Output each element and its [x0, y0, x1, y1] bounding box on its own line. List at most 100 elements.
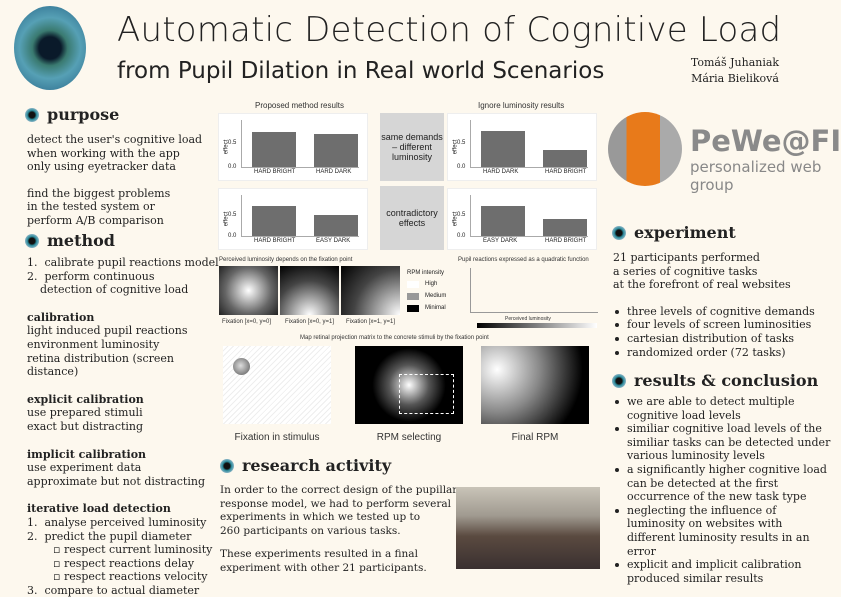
line: experiment with other 21 participants. [220, 561, 427, 574]
subheading: iterative load detection [27, 502, 171, 516]
note-contradictory: contradictory effects [380, 186, 444, 250]
proposed-title: Proposed method results [255, 101, 344, 110]
line: These experiments resulted in a final [220, 548, 418, 561]
heading-text: purpose [47, 105, 120, 124]
logo-tagline: personalized web group [690, 158, 822, 194]
legend-item: Minimal [425, 305, 446, 311]
line: retina distribution (screen distance) [27, 351, 174, 379]
line: approximate but not distracting [27, 474, 205, 488]
substep-text: respect reactions velocity [63, 570, 208, 584]
bullet: similiar cognitive load levels of the si… [613, 422, 833, 463]
purpose-heading: purpose [25, 105, 119, 124]
experiment-heading: experiment [612, 223, 736, 242]
step: 1. calibrate pupil reactions model [27, 256, 219, 269]
image-label: Final RPM [511, 432, 559, 443]
category-label: HARD BRIGHT [254, 238, 296, 244]
category-label: HARD DARK [316, 169, 352, 175]
pewe-globe-logo [608, 112, 682, 186]
author: Mária Bieliková [691, 72, 779, 85]
line: perform A/B comparison [27, 213, 164, 227]
note-same-demands: same demands – different luminosity [380, 113, 444, 181]
stimulus-image [223, 346, 331, 424]
line: 260 participants on various tasks. [220, 524, 401, 537]
heading-text: experiment [634, 223, 736, 242]
step: 2. predict the pupil diameter [27, 529, 192, 543]
line: in the tested system or [27, 200, 155, 214]
category-label: EASY DARK [483, 238, 518, 244]
eye-image [14, 6, 86, 90]
line: only using eyetracker data [27, 160, 176, 174]
chart-proposed-2: 0.0 0.5 HARD BRIGHT EASY DARK effect [218, 188, 368, 250]
step-text: perform continuous detection of cognitiv… [40, 269, 189, 297]
tick-label: 0.0 [228, 233, 237, 239]
tick-label: 0.0 [457, 233, 466, 239]
fixation-heatmap-corner [341, 266, 400, 315]
fixation-heatmap-bottom [280, 266, 339, 315]
category-label: EASY DARK [316, 238, 351, 244]
method-heading: method [25, 231, 115, 250]
poster-title: Automatic Detection of Cognitive Load [117, 10, 782, 50]
eye-bullet-icon [25, 107, 39, 122]
bullet: explicit and implicit calibration produc… [613, 558, 833, 585]
substep: ▫ respect reactions delay [53, 556, 195, 570]
luminosity-gradient [477, 323, 597, 328]
bullet: we are able to detect multiple cognitive… [613, 395, 833, 422]
bar [543, 150, 587, 167]
tick-label: 0.0 [228, 164, 237, 170]
eye-bullet-icon [612, 225, 626, 240]
legend-item: High [425, 281, 438, 287]
line: use prepared stimuli [27, 406, 143, 420]
experiment-text: 21 participants performed a series of cog… [613, 251, 815, 359]
eye-bullet-icon [612, 373, 626, 388]
bullet: three levels of cognitive demands [613, 305, 815, 319]
category-label: HARD BRIGHT [545, 169, 587, 175]
y-axis-label: effect [452, 211, 459, 227]
plot-area: 0.0 0.5 EASY DARK HARD BRIGHT [457, 195, 588, 244]
bar [252, 132, 296, 167]
substep-text: respect reactions delay [63, 556, 195, 570]
bar [481, 131, 525, 167]
rpm-legend: RPM intensity High Medium Minimal [407, 270, 446, 312]
luminosity-caption: Perceived luminosity depends on the fixa… [219, 257, 353, 263]
fixation-label: Fixation [x=1, y=1] [346, 319, 396, 325]
method-text: 1. calibrate pupil reactions model 2. pe… [27, 256, 227, 597]
plot-area: 0.0 0.5 HARD BRIGHT EASY DARK [228, 195, 359, 244]
chart-ignore-1: 0.0 0.5 HARD DARK HARD BRIGHT effect [447, 113, 597, 181]
ignore-title: Ignore luminosity results [478, 101, 565, 110]
authors: Tomáš Juhaniak Mária Bieliková [690, 55, 780, 87]
line: 21 participants performed [613, 251, 760, 264]
heading-text: research activity [242, 456, 392, 475]
legend-title: RPM intensity [407, 270, 445, 276]
step: 2. perform continuous detection of cogni… [27, 269, 189, 297]
subheading: explicit calibration [27, 392, 144, 406]
bar [481, 205, 525, 236]
substep: ▫ respect current luminosity [53, 543, 213, 557]
bullet: a significantly higher cognitive load ca… [613, 463, 833, 504]
line: a series of cognitive tasks [613, 264, 758, 278]
subheading: implicit calibration [27, 447, 147, 461]
results-list: we are able to detect multiple cognitive… [613, 395, 833, 585]
quadratic-plot [470, 268, 598, 313]
heading-text: method [47, 231, 115, 250]
line: exact but distracting [27, 419, 144, 433]
step: 1. analyse perceived luminosity [27, 515, 207, 529]
category-label: HARD DARK [483, 169, 519, 175]
image-label: RPM selecting [376, 432, 442, 443]
y-axis-label: effect [223, 211, 230, 227]
final-rpm-image [481, 346, 589, 424]
line: environment luminosity [27, 337, 160, 351]
research-heading: research activity [220, 456, 391, 475]
author: Tomáš Juhaniak [690, 56, 780, 69]
bar [314, 134, 358, 167]
step-text: calibrate pupil reactions model [44, 256, 219, 269]
plot-area: 0.0 0.5 HARD DARK HARD BRIGHT [457, 120, 588, 175]
purpose-text: detect the user's cognitive load when wor… [27, 133, 202, 228]
line: light induced pupil reactions [27, 324, 188, 338]
chart-ignore-2: 0.0 0.5 EASY DARK HARD BRIGHT effect [447, 188, 597, 250]
research-text: In order to the correct design of the pu… [220, 484, 463, 576]
line: In order to the correct design of the pu… [220, 484, 464, 496]
step: 3. compare to actual diameter [27, 583, 200, 597]
plot-area: 0.0 0.5 HARD BRIGHT HARD DARK [228, 120, 359, 175]
bar [543, 219, 587, 236]
bar [252, 205, 296, 236]
